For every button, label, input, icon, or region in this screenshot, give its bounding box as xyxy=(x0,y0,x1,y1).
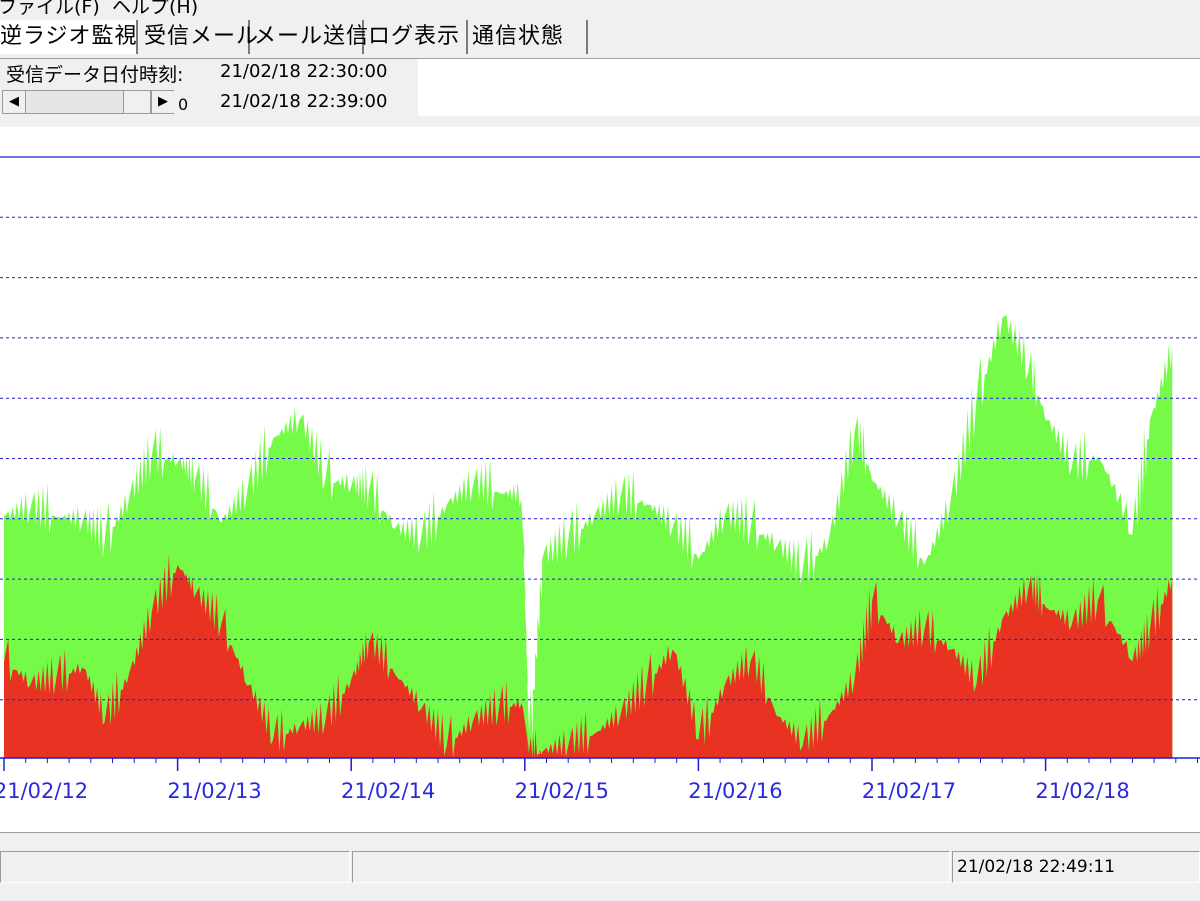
status-datetime-panel: 21/02/18 22:49:11 xyxy=(952,851,1200,883)
status-datetime: 21/02/18 22:49:11 xyxy=(957,857,1116,877)
info-panel: 受信データ日付時刻: 21/02/18 22:30:00 21/02/18 22… xyxy=(0,59,1200,127)
x-tick-label: 21/02/13 xyxy=(167,779,261,803)
menu-help[interactable]: ヘルプ(H) xyxy=(112,0,198,18)
time-start-value: 21/02/18 22:30:00 xyxy=(220,61,388,82)
scroll-thumb[interactable] xyxy=(123,91,151,113)
scroll-value: 0 xyxy=(178,95,189,114)
x-tick-label: 21/02/14 xyxy=(341,779,435,803)
status-bar: 21/02/18 22:49:11 xyxy=(0,832,1200,901)
scroll-right-arrow-icon[interactable]: ▶ xyxy=(151,91,174,113)
monitor-chart-svg: 21/02/12 21/02/13 21/02/14 21/02/15 21/02/16… xyxy=(0,156,1200,803)
time-scrollbar[interactable]: ◀ ▶ xyxy=(2,90,174,114)
x-tick-label: 21/02/15 xyxy=(515,779,609,803)
tab-strip: 逆ラジオ監視 受信メール メール送信 ログ表示 通信状態 xyxy=(0,18,1200,59)
menu-bar: ファイル(F) ヘルプ(H) xyxy=(0,0,1200,19)
x-tick-label: 21/02/16 xyxy=(688,779,782,803)
menu-file[interactable]: ファイル(F) xyxy=(0,0,100,18)
x-tick-label: 21/02/12 xyxy=(0,779,88,803)
tab-log-view[interactable]: ログ表示 xyxy=(364,20,468,54)
monitor-chart: 21/02/12 21/02/13 21/02/14 21/02/15 21/02/16… xyxy=(0,127,1200,832)
tab-received-mail[interactable]: 受信メール xyxy=(140,20,258,54)
info-blank-box xyxy=(418,59,1200,116)
time-end-value: 21/02/18 22:39:00 xyxy=(220,91,388,112)
tab-send-mail[interactable]: メール送信 xyxy=(250,20,368,54)
tab-communication-status[interactable]: 通信状態 xyxy=(468,20,588,54)
scroll-left-arrow-icon[interactable]: ◀ xyxy=(3,91,26,113)
status-panel-2 xyxy=(352,851,950,883)
tab-reverse-radio-monitor[interactable]: 逆ラジオ監視 xyxy=(0,20,138,54)
x-tick-label: 21/02/17 xyxy=(862,779,956,803)
received-datetime-label: 受信データ日付時刻: xyxy=(6,64,184,86)
status-panel-1 xyxy=(0,851,350,883)
x-tick-label: 21/02/18 xyxy=(1035,779,1129,803)
